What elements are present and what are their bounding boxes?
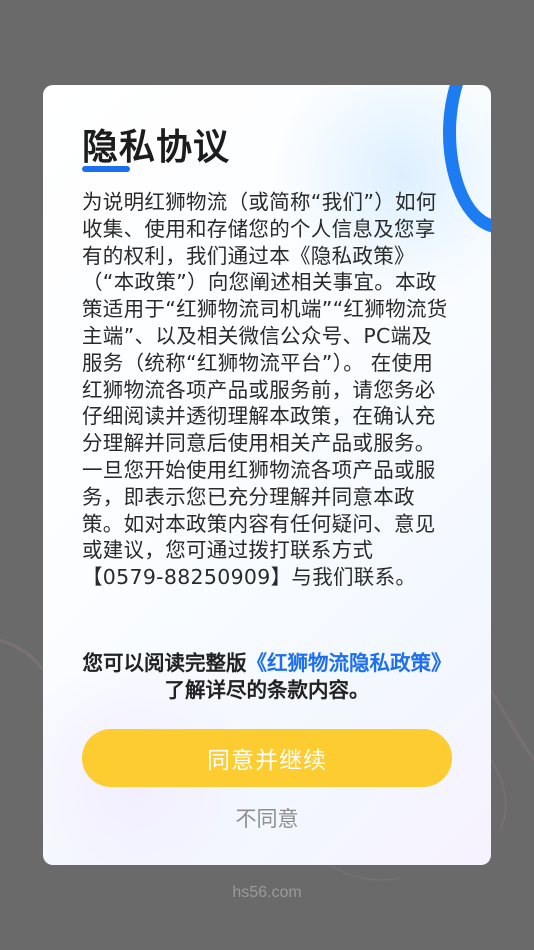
footer-brand: hs56.com	[232, 884, 302, 901]
background-doodle	[489, 689, 534, 761]
background-doodle	[329, 864, 401, 881]
dialog-title: 隐私协议	[82, 127, 231, 168]
privacy-dialog: 隐私协议 为说明红狮物流（或简称“我们”）如何收集、使用和存储您的个人信息及您享…	[43, 85, 491, 865]
full-policy-notice: 您可以阅读完整版《红狮物流隐私政策》了解详尽的条款内容。	[73, 650, 461, 704]
notice-prefix: 您可以阅读完整版	[82, 651, 247, 675]
notice-suffix: 了解详尽的条款内容。	[164, 678, 370, 702]
privacy-policy-link[interactable]: 《红狮物流隐私政策》	[247, 651, 452, 675]
privacy-body-text: 为说明红狮物流（或简称“我们”）如何收集、使用和存储您的个人信息及您享有的权利，…	[82, 190, 448, 590]
title-underline	[82, 166, 130, 172]
background-doodle	[0, 638, 45, 671]
agree-continue-button[interactable]: 同意并继续	[82, 729, 452, 787]
disagree-button[interactable]: 不同意	[192, 801, 342, 835]
background-doodle	[490, 759, 507, 831]
